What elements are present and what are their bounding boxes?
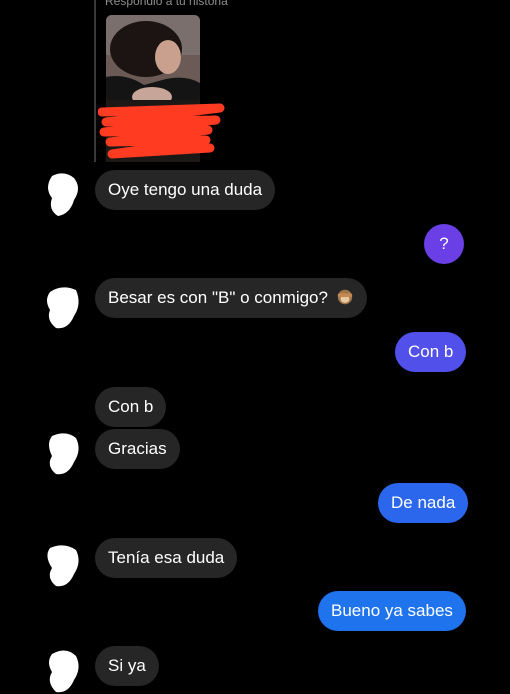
story-thumbnail[interactable]	[106, 15, 200, 103]
contact-avatar-redacted	[48, 173, 78, 216]
message-outgoing[interactable]: ?	[424, 224, 464, 264]
message-outgoing[interactable]: Bueno ya sabes	[318, 591, 466, 631]
contact-avatar-redacted	[49, 650, 79, 693]
message-incoming[interactable]: Tenía esa duda	[95, 538, 238, 578]
message-incoming[interactable]: Con b	[95, 387, 167, 427]
story-reply-caption: Respondió a tu historia	[105, 0, 228, 8]
message-incoming[interactable]: Oye tengo una duda	[95, 170, 276, 210]
contact-avatar-redacted	[47, 287, 79, 329]
message-outgoing[interactable]: Con b	[395, 332, 467, 372]
story-reply-divider	[94, 0, 96, 162]
message-text: Besar es con "B" o conmigo?	[108, 288, 328, 307]
redaction-scribble	[98, 103, 225, 159]
message-incoming[interactable]: Gracias	[95, 429, 180, 469]
message-incoming[interactable]: Si ya	[95, 646, 159, 686]
see-no-evil-monkey-emoji	[337, 289, 352, 305]
message-incoming[interactable]: Besar es con "B" o conmigo?	[95, 278, 367, 318]
contact-avatar-redacted	[49, 433, 79, 475]
contact-avatar-redacted	[47, 545, 79, 587]
message-outgoing[interactable]: De nada	[378, 483, 469, 523]
